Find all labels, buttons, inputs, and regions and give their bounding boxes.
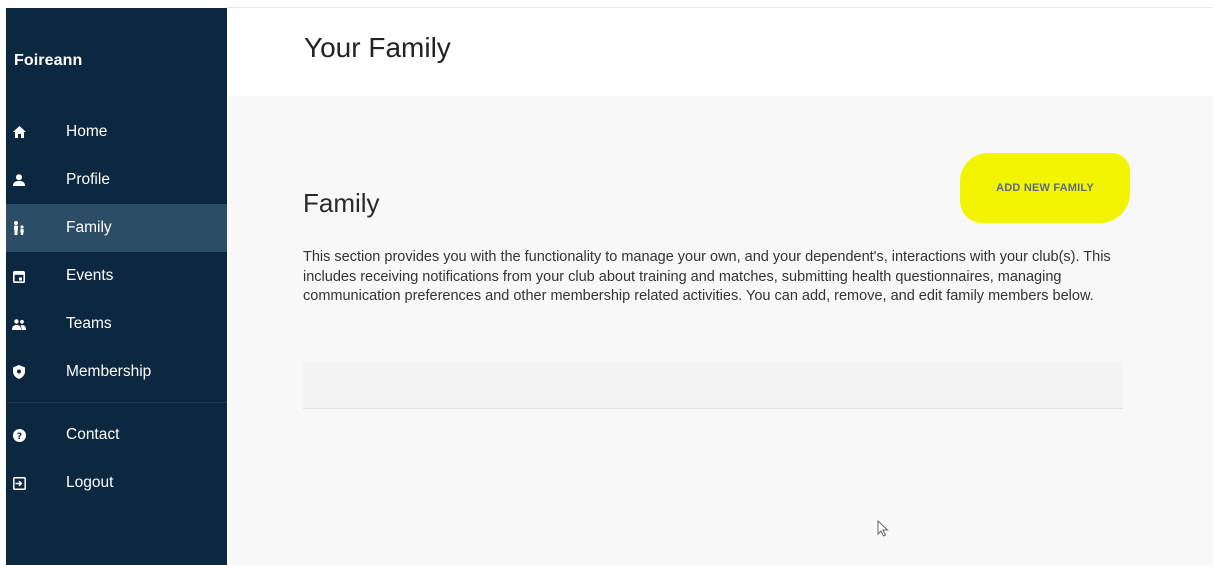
help-icon: ? — [12, 428, 26, 442]
brand-logo-text[interactable]: Foireann — [14, 52, 82, 70]
logout-icon — [12, 476, 26, 490]
people-icon — [12, 317, 26, 331]
sidebar-item-label: Logout — [66, 474, 114, 491]
sidebar: Foireann Home Profile Family Events Team… — [6, 8, 227, 565]
sidebar-item-label: Events — [66, 267, 114, 284]
sidebar-item-membership[interactable]: Membership — [6, 348, 227, 396]
sidebar-item-logout[interactable]: Logout — [6, 459, 227, 507]
family-icon — [12, 221, 26, 235]
sidebar-item-profile[interactable]: Profile — [6, 156, 227, 204]
sidebar-item-contact[interactable]: ? Contact — [6, 411, 227, 459]
home-icon — [12, 125, 26, 139]
add-new-family-button[interactable]: ADD NEW FAMILY — [960, 153, 1130, 223]
sidebar-divider — [6, 402, 227, 403]
main-content: Your Family Family ADD NEW FAMILY This s… — [227, 8, 1213, 565]
page-title: Your Family — [304, 32, 451, 63]
sidebar-item-label: Home — [66, 123, 108, 140]
sidebar-nav: Home Profile Family Events Teams Members… — [6, 108, 227, 507]
sidebar-item-home[interactable]: Home — [6, 108, 227, 156]
person-icon — [12, 173, 26, 187]
sidebar-item-label: Contact — [66, 426, 120, 443]
add-new-family-label: ADD NEW FAMILY — [996, 182, 1094, 194]
sidebar-item-family[interactable]: Family — [6, 204, 227, 252]
section-title: Family — [303, 188, 380, 218]
calendar-icon — [12, 269, 26, 283]
sidebar-item-teams[interactable]: Teams — [6, 300, 227, 348]
mouse-cursor-icon — [877, 519, 889, 542]
shield-icon — [12, 365, 26, 379]
sidebar-item-label: Family — [66, 219, 112, 236]
page-header: Your Family — [227, 8, 1213, 96]
section-description: This section provides you with the funct… — [303, 249, 1111, 305]
sidebar-item-label: Profile — [66, 171, 110, 188]
family-member-list — [303, 361, 1123, 409]
svg-text:?: ? — [16, 432, 21, 442]
sidebar-item-label: Membership — [66, 363, 152, 380]
sidebar-item-events[interactable]: Events — [6, 252, 227, 300]
sidebar-item-label: Teams — [66, 315, 112, 332]
